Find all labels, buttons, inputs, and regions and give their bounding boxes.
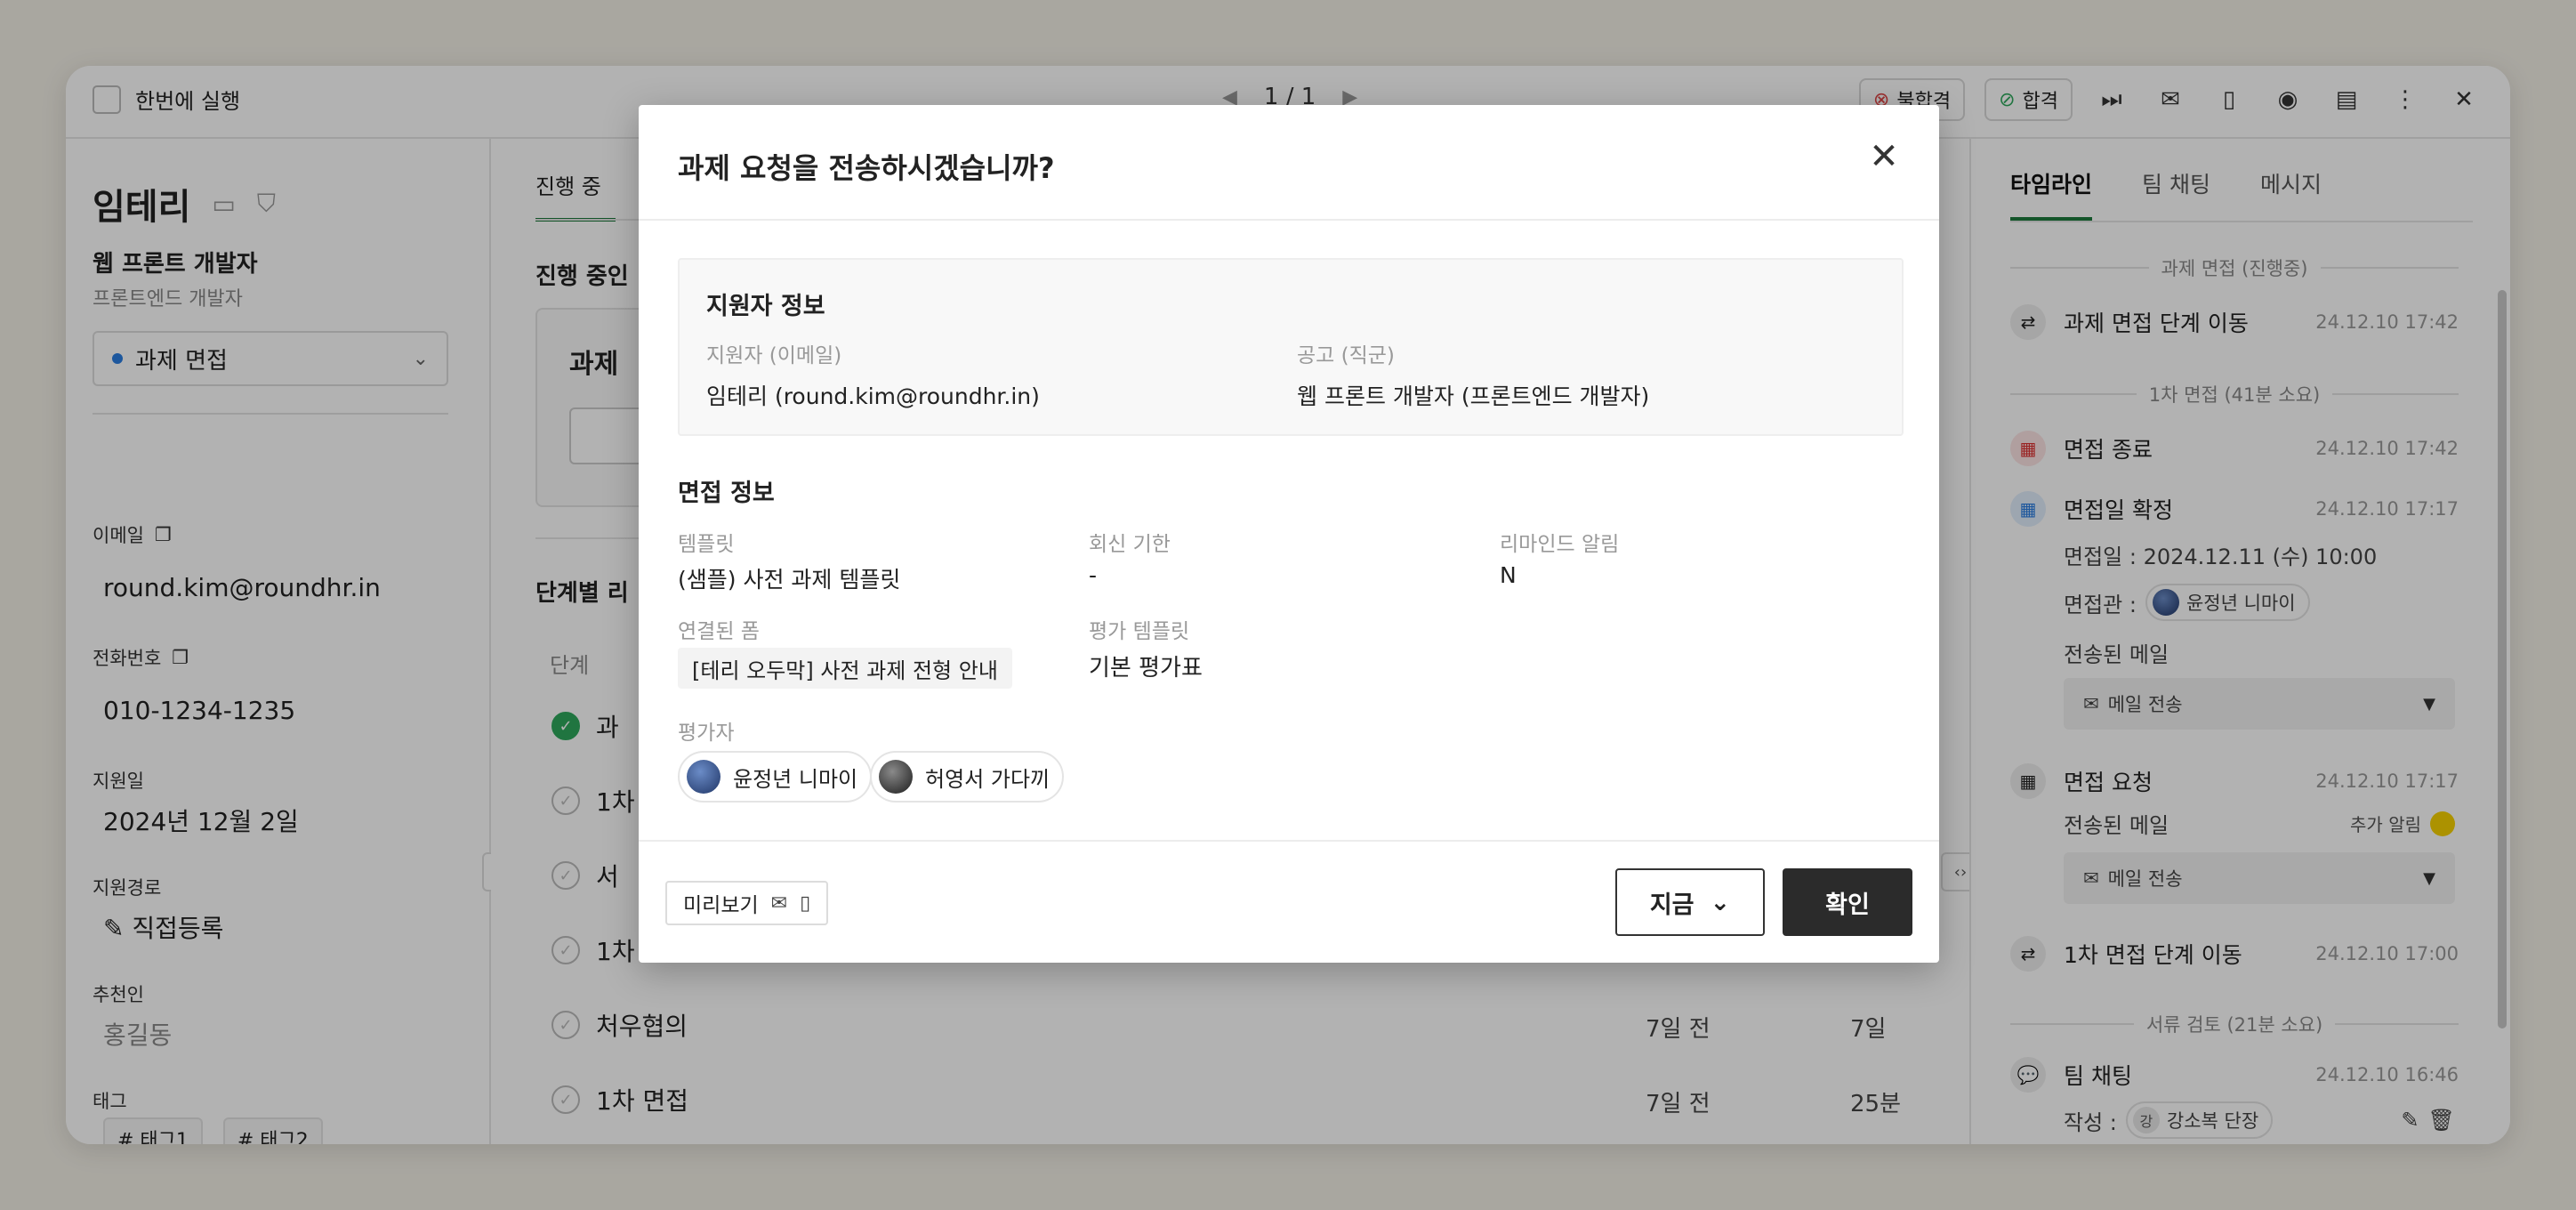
evaluator-chip[interactable]: 윤정년 니마이 [678,751,873,803]
evaluator-name: 허영서 가다끼 [925,766,1051,792]
job-value: 웹 프론트 개발자 (프론트엔드 개발자) [1297,383,1650,409]
avatar [879,760,913,794]
reply-deadline-label: 회신 기한 [1089,533,1171,556]
confirm-button[interactable]: 확인 [1783,868,1912,936]
template-value: (샘플) 사전 과제 템플릿 [678,567,901,593]
job-label: 공고 (직군) [1297,344,1395,367]
send-timing-dropdown[interactable]: 지금 ⌄ [1615,868,1765,936]
preview-label: 미리보기 [683,894,759,917]
evaluator-name: 윤정년 니마이 [733,766,858,792]
mail-icon[interactable]: ✉ [771,892,787,915]
applicant-section-title: 지원자 정보 [706,293,825,320]
template-label: 템플릿 [678,533,735,556]
applicant-email-value: 임테리 (round.kim@roundhr.in) [706,383,1040,409]
linked-form-chip[interactable]: [테리 오두막] 사전 과제 전형 안내 [678,648,1012,689]
applicant-info-box: 지원자 정보 지원자 (이메일) 임테리 (round.kim@roundhr.… [678,258,1904,436]
applicant-email-label: 지원자 (이메일) [706,344,842,367]
avatar [687,760,720,794]
eval-template-label: 평가 템플릿 [1089,620,1190,643]
evaluator-chip[interactable]: 허영서 가다끼 [870,751,1065,803]
eval-template-value: 기본 평가표 [1089,655,1203,682]
modal-title: 과제 요청을 전송하시겠습니까? [678,151,1055,185]
reminder-label: 리마인드 알림 [1500,533,1620,556]
close-icon[interactable]: ✕ [1859,132,1909,182]
chevron-down-icon: ⌄ [1710,888,1731,916]
linked-form-label: 연결된 폼 [678,620,760,643]
modal-header: 과제 요청을 전송하시겠습니까? ✕ [639,105,1939,221]
interview-section-title: 면접 정보 [678,480,775,507]
send-assignment-modal: 과제 요청을 전송하시겠습니까? ✕ 지원자 정보 지원자 (이메일) 임테리 … [639,105,1939,963]
send-timing-label: 지금 [1649,891,1695,919]
modal-footer-divider [639,840,1939,842]
preview-button[interactable]: 미리보기 ✉ ▯ [665,881,829,925]
reminder-value: N [1500,562,1517,588]
mobile-icon[interactable]: ▯ [800,892,810,915]
evaluators-label: 평가자 [678,722,735,745]
reply-deadline-value: - [1089,562,1098,588]
